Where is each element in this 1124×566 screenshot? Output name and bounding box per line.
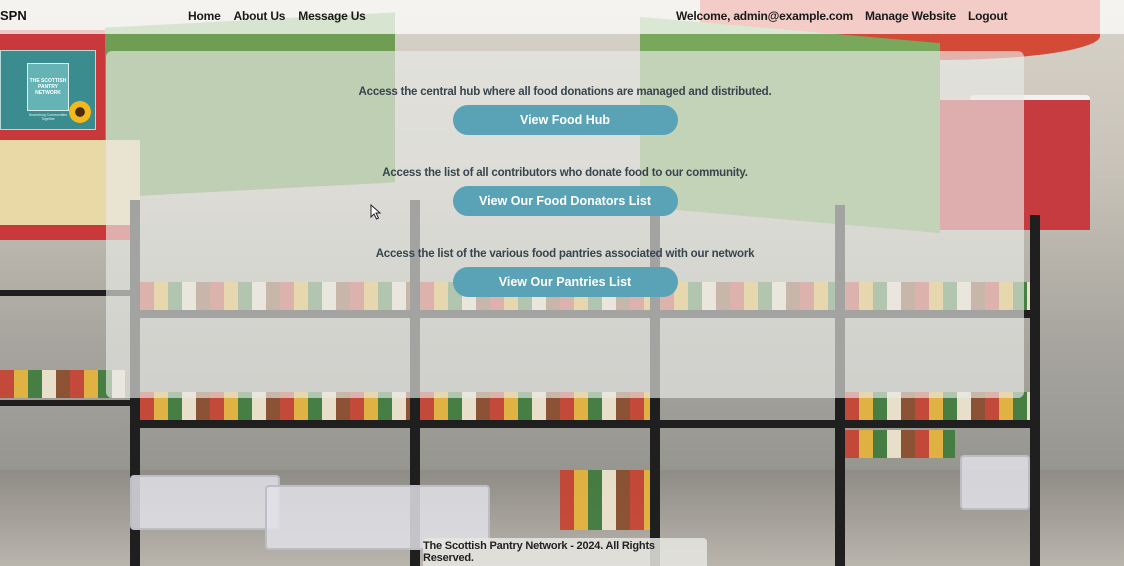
scottish-pantry-network-logo: THE SCOTTISH PANTRY NETWORK Nourishing C… [0, 50, 96, 130]
pantries-section: Access the list of the various food pant… [106, 248, 1024, 297]
shelf-post [1030, 215, 1040, 566]
logo-badge: THE SCOTTISH PANTRY NETWORK [27, 63, 69, 111]
navbar: SPN Home About Us Message Us Welcome, ad… [0, 0, 1124, 34]
food-donators-description: Access the list of all contributors who … [382, 167, 748, 179]
shelf-board [130, 420, 1040, 428]
canned-goods [845, 430, 955, 458]
logo-tagline: Nourishing Communities Together [28, 113, 68, 121]
nav-link-about-us[interactable]: About Us [234, 9, 286, 23]
nav-link-message-us[interactable]: Message Us [298, 9, 366, 23]
view-food-hub-button[interactable]: View Food Hub [452, 105, 678, 135]
food-donators-section: Access the list of all contributors who … [106, 167, 1024, 216]
brand-logo-text[interactable]: SPN [0, 8, 27, 23]
sunflower-icon [69, 101, 91, 123]
storage-bin [130, 475, 280, 530]
shelf-board [0, 400, 130, 406]
nav-left-links: Home About Us Message Us [188, 9, 366, 23]
nav-link-manage-website[interactable]: Manage Website [865, 9, 956, 23]
welcome-message: Welcome, admin@example.com [676, 9, 854, 23]
footer-copyright: The Scottish Pantry Network - 2024. All … [423, 540, 655, 564]
nav-link-home[interactable]: Home [188, 9, 221, 23]
main-panel: Access the central hub where all food do… [106, 51, 1024, 398]
storage-bin [960, 455, 1030, 510]
logo-text: THE SCOTTISH PANTRY NETWORK [29, 78, 67, 96]
canned-goods [560, 470, 650, 530]
view-food-donators-button[interactable]: View Our Food Donators List [452, 186, 678, 216]
view-pantries-button[interactable]: View Our Pantries List [452, 267, 678, 297]
food-hub-description: Access the central hub where all food do… [358, 86, 772, 98]
nav-right-links: Welcome, admin@example.com Manage Websit… [676, 9, 1008, 23]
food-hub-section: Access the central hub where all food do… [106, 86, 1024, 135]
nav-link-logout[interactable]: Logout [968, 9, 1008, 23]
pantries-description: Access the list of the various food pant… [375, 248, 755, 260]
footer: The Scottish Pantry Network - 2024. All … [423, 538, 707, 566]
mouse-cursor-icon [370, 204, 382, 220]
